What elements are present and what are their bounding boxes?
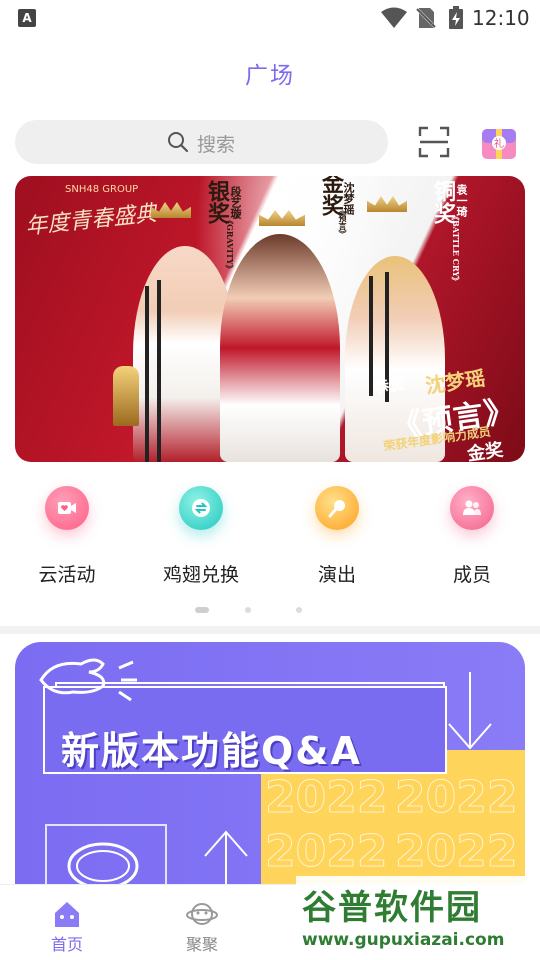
clock: 12:10 xyxy=(472,6,530,30)
qa-feature-card[interactable]: 2022 2022 2022 2022 新版本功能Q&A xyxy=(15,642,525,886)
ring-icon xyxy=(67,842,139,886)
banner-congrats: 恭贺 xyxy=(372,373,407,398)
scan-icon xyxy=(418,126,450,158)
scan-button[interactable] xyxy=(416,124,452,160)
hand-icon xyxy=(39,658,137,702)
microphone-stand xyxy=(157,280,161,462)
home-icon xyxy=(55,902,79,927)
silver-award-name: 段艺璇 xyxy=(229,186,242,219)
quick-entry-cloud-activity[interactable]: 云活动 xyxy=(12,486,122,587)
battery-charging-icon xyxy=(449,6,463,29)
gold-award-song: 《预言》 xyxy=(338,206,348,238)
watermark-url: www.gupuxiazai.com xyxy=(302,930,505,950)
section-divider xyxy=(0,626,540,634)
gift-button[interactable]: 礼 xyxy=(480,123,518,163)
search-icon xyxy=(168,132,189,153)
qa-year-outline: 2022 xyxy=(394,826,518,878)
nav-gather[interactable]: 聚聚 xyxy=(152,885,252,960)
qa-title: 新版本功能Q&A xyxy=(61,729,362,773)
page-dot xyxy=(195,607,209,613)
qa-year-outline: 2022 xyxy=(264,772,388,824)
quick-entry-show[interactable]: 演出 xyxy=(282,486,392,587)
search-input[interactable]: 搜索 xyxy=(15,120,388,164)
page-dot xyxy=(296,607,302,613)
page-title: 广场 xyxy=(245,63,295,89)
quick-entry-label: 鸡翅兑换 xyxy=(162,564,239,586)
quick-entry-label: 演出 xyxy=(317,564,356,586)
exchange-icon xyxy=(179,486,223,530)
page-indicator xyxy=(0,606,540,614)
quick-entry-label: 云活动 xyxy=(38,564,96,586)
nav-label: 首页 xyxy=(50,935,83,954)
banner-calligraphy: 年度青春盛典 xyxy=(24,201,159,240)
qa-year-outline: 2022 xyxy=(394,772,518,824)
nav-label: 聚聚 xyxy=(185,935,218,954)
bronze-award-song: 《BATTLE CRY》 xyxy=(451,212,461,286)
watermark-title: 谷普软件园 xyxy=(302,888,482,928)
svg-text:礼: 礼 xyxy=(494,137,504,150)
quick-entry-label: 成员 xyxy=(452,564,491,586)
microphone-icon xyxy=(315,486,359,530)
status-bar: A 12:10 xyxy=(0,0,540,36)
quick-entry-exchange[interactable]: 鸡翅兑换 xyxy=(146,486,256,587)
promo-banner[interactable]: SNH48 GROUP 年度青春盛典 银奖 段艺璇 《GRAVITY》 金奖 沈… xyxy=(15,176,525,462)
banner-logo: SNH48 GROUP xyxy=(65,184,139,195)
quick-entry-members[interactable]: 成员 xyxy=(417,486,527,587)
arrow-up-icon xyxy=(204,830,248,886)
page-dot xyxy=(245,607,251,613)
app-notification-icon: A xyxy=(18,9,36,27)
nav-home[interactable]: 首页 xyxy=(17,885,117,960)
gift-icon: 礼 xyxy=(482,129,516,159)
arrow-down-icon xyxy=(448,672,492,750)
planet-icon xyxy=(186,903,218,925)
qa-year-outline: 2022 xyxy=(264,826,388,878)
microphone-stand xyxy=(145,286,149,462)
trophy-icon xyxy=(113,366,139,426)
search-placeholder: 搜索 xyxy=(197,134,236,156)
members-icon xyxy=(450,486,494,530)
crown-icon xyxy=(151,202,191,218)
video-heart-icon xyxy=(45,486,89,530)
watermark: 谷普软件园 www.gupuxiazai.com xyxy=(296,876,540,960)
silver-award-song: 《GRAVITY》 xyxy=(225,216,235,273)
qa-decor-box xyxy=(45,824,167,886)
wifi-icon xyxy=(381,7,407,28)
performer-center xyxy=(220,234,340,462)
no-sim-icon xyxy=(414,6,438,30)
banner-award-gold: 金奖 xyxy=(465,439,505,462)
